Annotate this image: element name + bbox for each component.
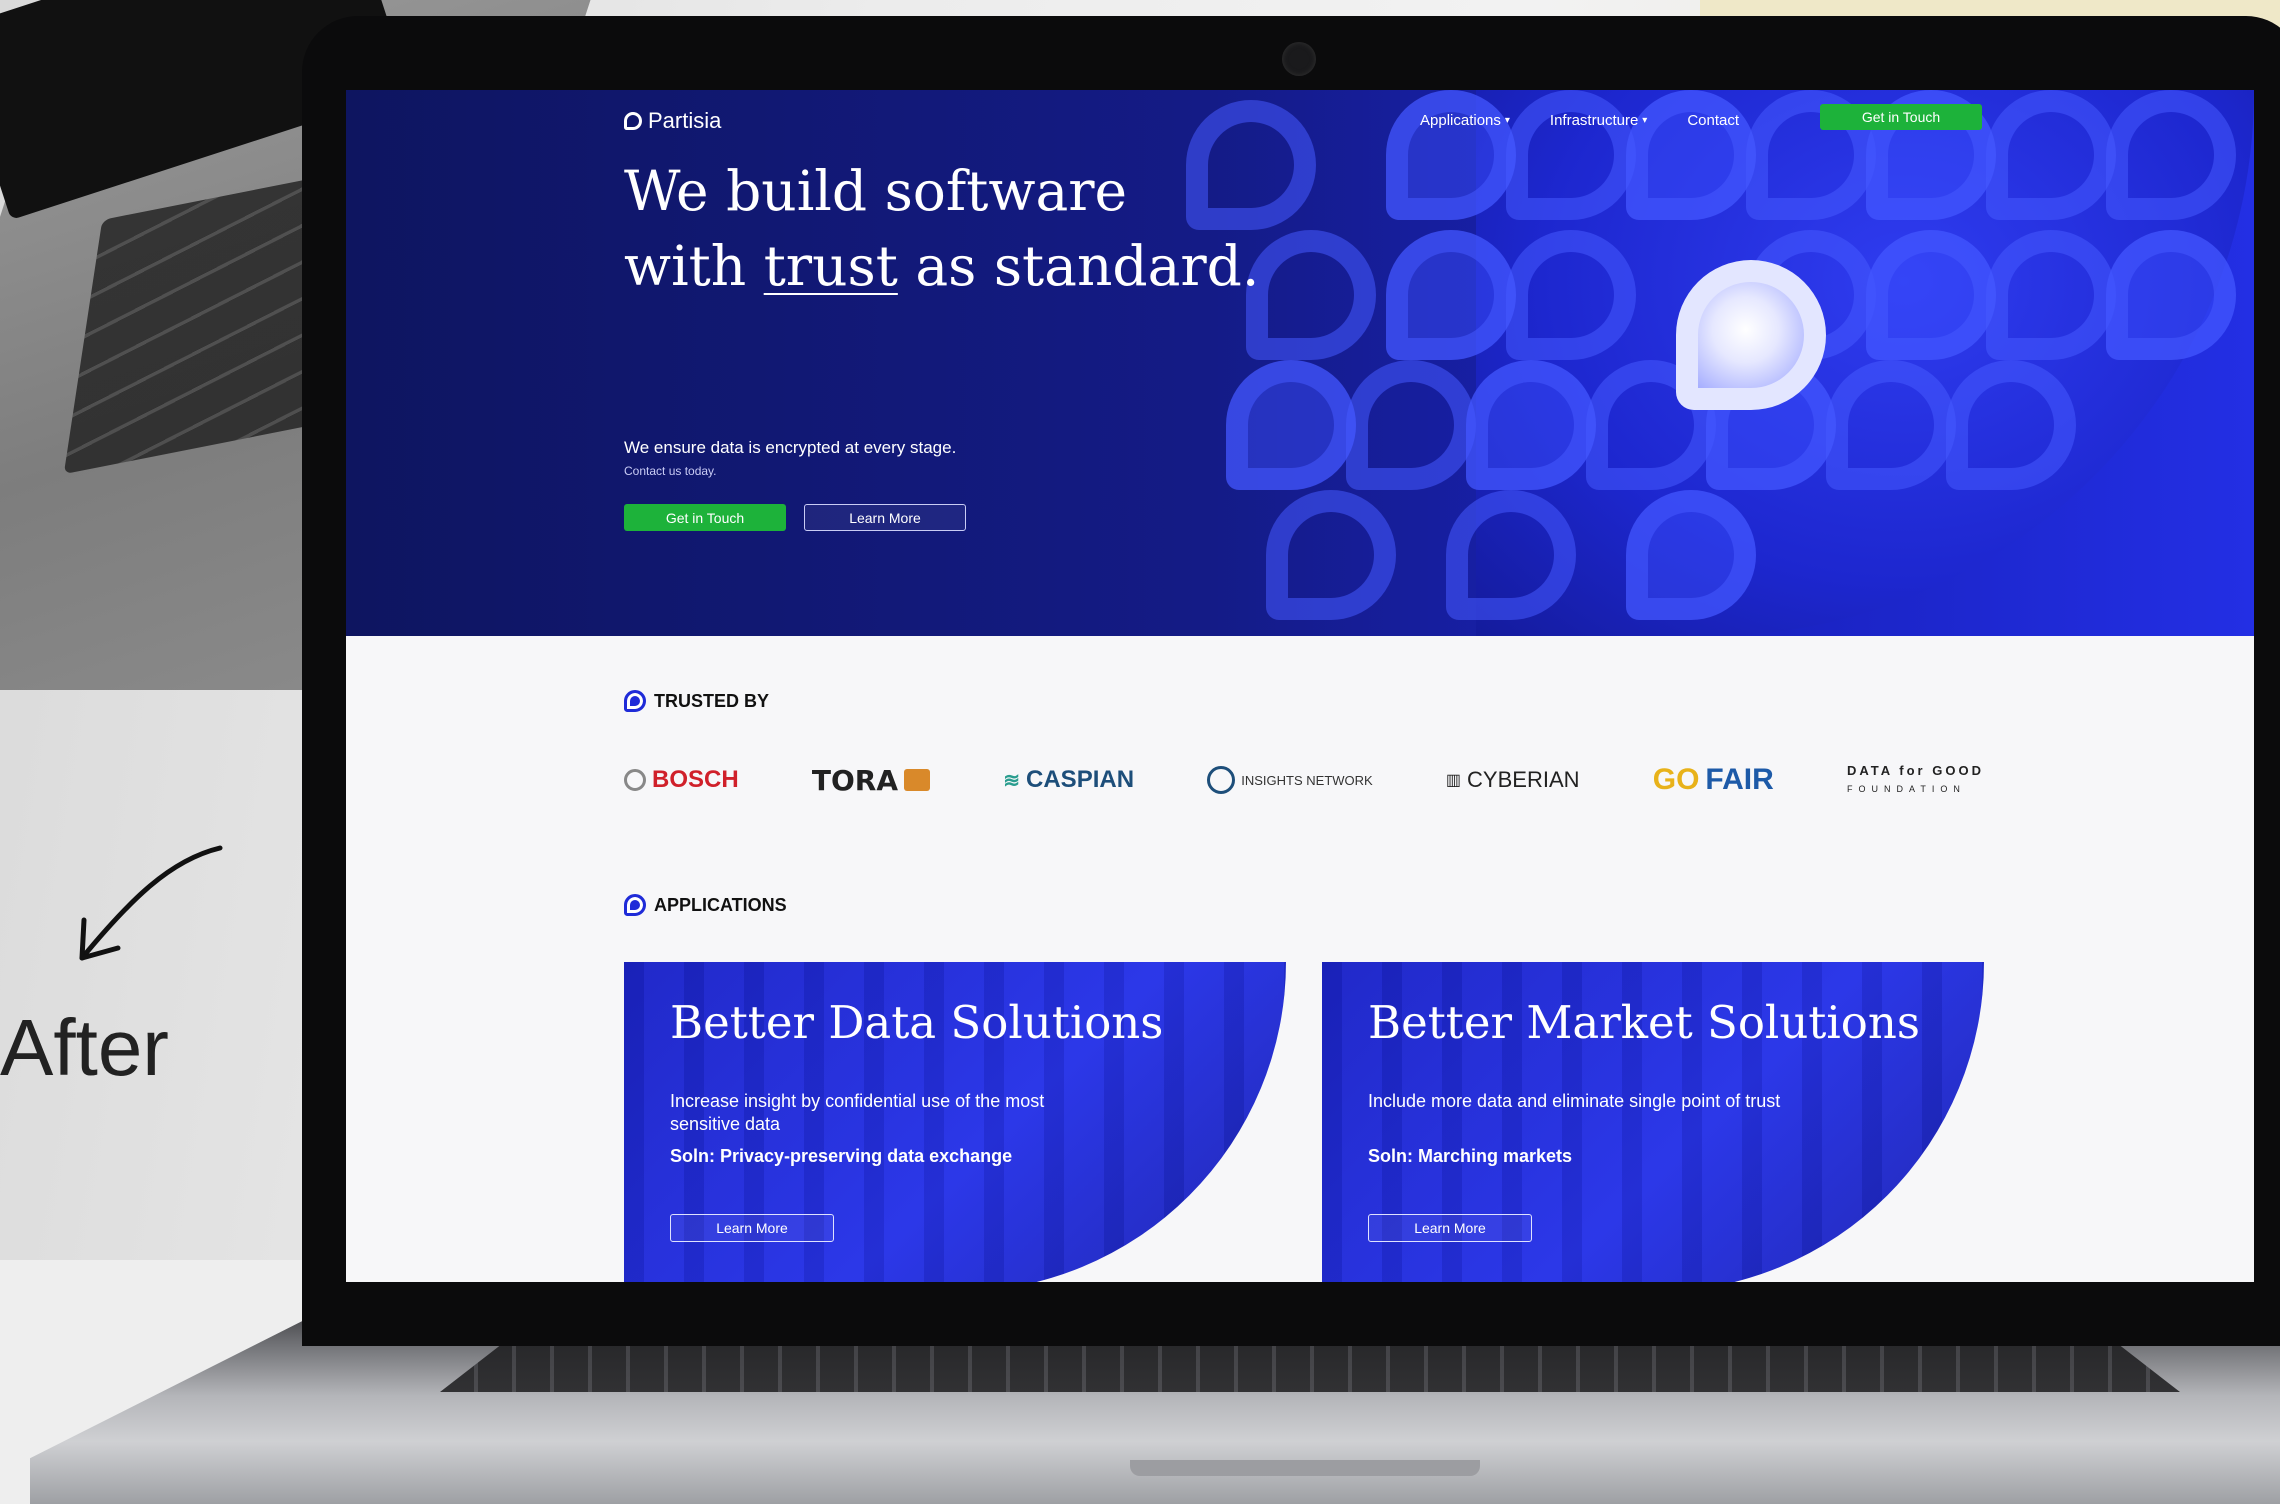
pattern-drop-icon: [2106, 90, 2236, 220]
card-learn-more-button[interactable]: Learn More: [1368, 1214, 1532, 1242]
tora-wordmark: TORA: [811, 763, 899, 797]
bosch-logo: BOSCH: [624, 766, 739, 794]
trusted-by-label: TRUSTED BY: [654, 690, 770, 711]
partner-logos: BOSCH TORA ≋ CASPIAN INSIGHTS NETWORK ▥ …: [624, 762, 1984, 798]
site-logo[interactable]: Partisia: [624, 108, 721, 134]
nav-item-contact[interactable]: Contact: [1687, 112, 1739, 129]
bosch-wordmark: BOSCH: [652, 766, 739, 793]
hero-title-line1: We build software: [624, 159, 1128, 223]
laptop-keyboard: [440, 1338, 2180, 1392]
bosch-emblem-icon: [624, 769, 646, 791]
cyberian-emblem-icon: ▥: [1445, 772, 1462, 789]
wave-icon: ≋: [1003, 769, 1021, 792]
pattern-drop-icon: [1226, 360, 1356, 490]
pattern-drop-icon: [1866, 230, 1996, 360]
insights-network-logo: INSIGHTS NETWORK: [1207, 766, 1373, 794]
hero-title-line2-pre: with: [624, 234, 764, 298]
hero-subtext: Contact us today.: [624, 464, 717, 478]
cyberian-wordmark: CYBERIAN: [1467, 767, 1580, 792]
nav-item-label: Contact: [1687, 112, 1740, 129]
after-caption: After: [0, 1003, 169, 1092]
data-for-good-subline: FOUNDATION: [1846, 784, 1966, 794]
laptop-camera: [1282, 42, 1316, 76]
insights-circle-icon: [1207, 766, 1236, 794]
pattern-drop-icon: [1466, 360, 1596, 490]
pattern-drop-icon: [1386, 230, 1516, 360]
hero-title: We build software with trust as standard…: [624, 154, 1259, 304]
nav-item-label: Applications: [1420, 112, 1501, 129]
website-screen: Partisia Applications ▾ Infrastructure ▾…: [346, 90, 2254, 1282]
hero-subtitle: We ensure data is encrypted at every sta…: [624, 438, 957, 457]
caspian-logo: ≋ CASPIAN: [1003, 766, 1134, 794]
pattern-drop-icon: [1266, 490, 1396, 620]
curved-arrow-icon: [79, 845, 223, 961]
partisia-hero-logo-icon: [1676, 260, 1826, 410]
trusted-by-heading: TRUSTED BY: [624, 690, 769, 712]
pattern-drop-icon: [1346, 360, 1476, 490]
card-solution: Soln: Marching markets: [1368, 1146, 1573, 1166]
pattern-drop-icon: [1506, 90, 1636, 220]
section-drop-icon: [624, 894, 646, 916]
gofair-fair: FAIR: [1705, 763, 1774, 796]
card-title: Better Market Solutions: [1368, 996, 1920, 1049]
pattern-drop-icon: [1626, 490, 1756, 620]
cyberian-logo: ▥ CYBERIAN: [1446, 767, 1580, 793]
card-description: Increase insight by confidential use of …: [670, 1091, 1045, 1134]
main-nav: Applications ▾ Infrastructure ▾ Contact: [1420, 112, 1739, 129]
gofair-go: GO: [1652, 763, 1700, 796]
card-solution: Soln: Privacy-preserving data exchange: [670, 1146, 1013, 1166]
pattern-drop-icon: [1946, 360, 2076, 490]
application-card-data[interactable]: Better Data Solutions Increase insight b…: [624, 962, 1286, 1282]
data-for-good-logo: DATA for GOOD FOUNDATION: [1847, 762, 1984, 798]
card-description: Include more data and eliminate single p…: [1368, 1091, 1781, 1111]
site-logo-text: Partisia: [648, 108, 722, 133]
hero-title-emphasis: trust: [763, 234, 898, 298]
section-drop-icon: [624, 690, 646, 712]
chevron-down-icon: ▾: [1504, 115, 1510, 126]
laptop-notch: [1130, 1460, 1480, 1476]
data-for-good-wordmark: DATA for GOOD: [1846, 763, 1984, 778]
nav-item-label: Infrastructure: [1549, 112, 1639, 129]
pattern-drop-icon: [1386, 90, 1516, 220]
pattern-drop-icon: [1826, 360, 1956, 490]
pattern-drop-icon: [1986, 230, 2116, 360]
gofair-logo: GO FAIR: [1653, 763, 1774, 797]
pattern-drop-icon: [1246, 230, 1376, 360]
applications-label: APPLICATIONS: [654, 894, 787, 915]
card-learn-more-button[interactable]: Learn More: [670, 1214, 834, 1242]
tiger-icon: [904, 769, 931, 791]
partisia-logo-icon: [624, 112, 642, 130]
nav-get-in-touch-button[interactable]: Get in Touch: [1820, 104, 1982, 130]
application-card-market[interactable]: Better Market Solutions Include more dat…: [1322, 962, 1984, 1282]
nav-item-applications[interactable]: Applications ▾: [1420, 112, 1510, 129]
pattern-drop-icon: [2106, 230, 2236, 360]
pattern-drop-icon: [1986, 90, 2116, 220]
nav-item-infrastructure[interactable]: Infrastructure ▾: [1550, 112, 1647, 129]
insights-wordmark: INSIGHTS NETWORK: [1241, 772, 1373, 788]
applications-heading: APPLICATIONS: [624, 894, 787, 916]
pattern-drop-icon: [1446, 490, 1576, 620]
caspian-wordmark: CASPIAN: [1026, 766, 1135, 793]
pattern-drop-icon: [1626, 90, 1756, 220]
chevron-down-icon: ▾: [1642, 115, 1648, 126]
pattern-drop-icon: [1506, 230, 1636, 360]
hero-title-line2-post: as standard.: [897, 234, 1260, 298]
tora-logo: TORA: [811, 763, 931, 797]
hero-learn-more-button[interactable]: Learn More: [804, 504, 966, 531]
hero-get-in-touch-button[interactable]: Get in Touch: [624, 504, 786, 531]
card-title: Better Data Solutions: [670, 996, 1164, 1049]
